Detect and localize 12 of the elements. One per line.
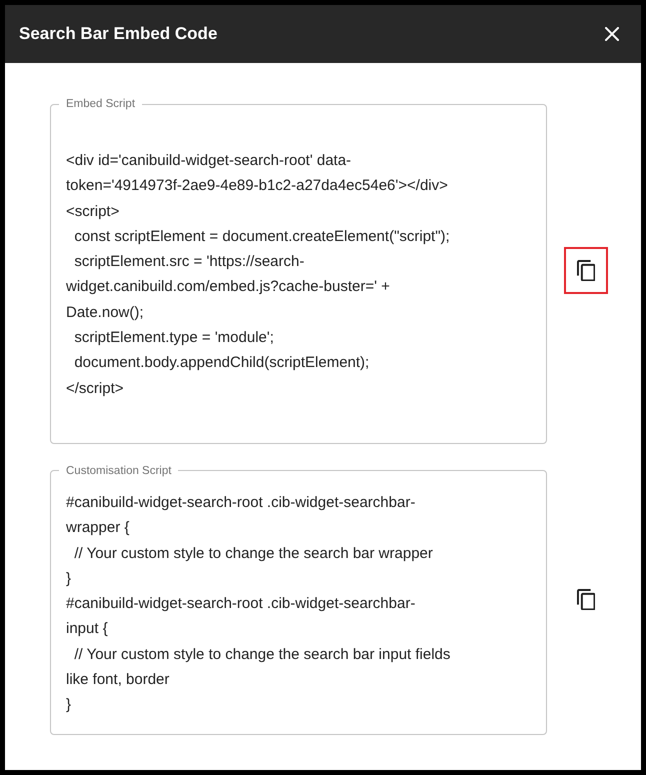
dialog-title: Search Bar Embed Code <box>19 24 218 44</box>
field-label: Embed Script <box>65 97 136 111</box>
code-text: #canibuild-widget-search-root .cib-widget-searchbar- wrapper { // Your custom style to change the search bar wrapper } #canibuild-widget-search-root .cib-widget-searchbar- input { // Your custom style to change the search bar input fields like font, border } <box>65 492 452 716</box>
close-button[interactable] <box>602 24 622 44</box>
code-text: <div id='canibuild-widget-search-root' data- token='4914973f-2ae9-4e89-b1c2-a27da4ec54e6'></div> <script> const scriptElement = document.createElement("script"); scriptElement.src = 'https://search- widget.canibuild.com/embed.js?cache-buster=' + Date.now(); scriptElement.type = 'module'; document.body.appendChild(scriptElement); </script> <box>65 151 451 399</box>
field-label: Customisation Script <box>65 464 172 478</box>
close-icon <box>605 27 619 41</box>
copy-icon <box>576 588 596 610</box>
copy-icon <box>576 260 596 282</box>
copy-button[interactable] <box>564 246 608 294</box>
code-textarea[interactable] <box>50 97 547 444</box>
code-textarea[interactable] <box>50 464 547 735</box>
